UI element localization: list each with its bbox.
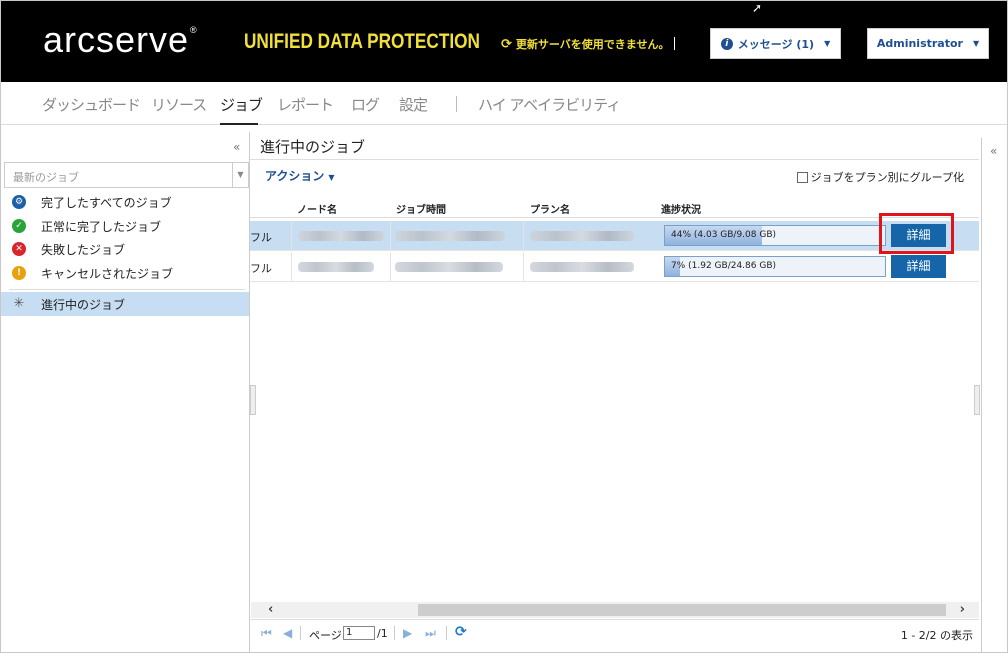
- refresh-warning-icon: ⟳: [501, 37, 512, 52]
- progress-text: 44% (4.03 GB/9.08 GB): [671, 230, 777, 240]
- scroll-left-icon[interactable]: ‹: [268, 602, 273, 617]
- job-time-cell: [390, 252, 523, 282]
- tab-logs[interactable]: ログ: [351, 94, 380, 115]
- table-row[interactable]: フル 44% (4.03 GB/9.08 GB) 詳細: [250, 221, 979, 251]
- plan-name-cell: [523, 252, 658, 282]
- app-window: arcserve® UNIFIED DATA PROTECTION ⟳ 更新サーバ…: [0, 0, 1008, 653]
- prev-page-icon[interactable]: ◀: [283, 626, 292, 640]
- list-item-successful[interactable]: ✓ 正常に完了したジョブ: [1, 214, 249, 238]
- scrollbar-thumb[interactable]: [418, 604, 946, 616]
- job-filter-panel: « 最新のジョブ ▼ ⚙ 完了したすべてのジョブ ✓ 正常に完了したジョブ ✕ …: [1, 132, 250, 652]
- progress-bar: 7% (1.92 GB/24.86 GB): [664, 256, 886, 277]
- chevron-down-icon[interactable]: ▼: [232, 163, 248, 187]
- header-bar: arcserve® UNIFIED DATA PROTECTION ⟳ 更新サーバ…: [1, 1, 1007, 82]
- page-label: ページ: [309, 629, 342, 642]
- left-splitter-handle[interactable]: [250, 385, 256, 415]
- pager: ⏮ ◀ ページ 1 /1 ▶ ⏭ ⟳ 1 - 2/2 の表示: [251, 619, 979, 647]
- page-display-info: 1 - 2/2 の表示: [900, 629, 973, 642]
- update-status[interactable]: ⟳ 更新サーバを使用できません。: [501, 36, 669, 52]
- list-item-failed[interactable]: ✕ 失敗したジョブ: [1, 237, 249, 261]
- node-name-cell: [291, 221, 390, 251]
- x-icon: ✕: [12, 242, 26, 256]
- mouse-cursor-icon: ➚: [752, 1, 763, 15]
- product-name: UNIFIED DATA PROTECTION: [244, 30, 480, 53]
- next-page-icon[interactable]: ▶: [403, 626, 412, 640]
- divider: [300, 626, 301, 640]
- column-node-name[interactable]: ノード名: [297, 201, 337, 216]
- highlight-box: [879, 213, 954, 254]
- action-menu[interactable]: アクション ▼: [265, 167, 335, 184]
- plan-name-cell: [523, 221, 658, 251]
- column-plan-name[interactable]: プラン名: [530, 201, 570, 216]
- node-name-cell: [291, 252, 390, 282]
- header-divider: [674, 37, 675, 50]
- tab-jobs[interactable]: ジョブ: [220, 94, 263, 115]
- last-page-icon[interactable]: ⏭: [425, 626, 436, 641]
- checkbox-icon[interactable]: [796, 171, 808, 183]
- column-progress[interactable]: 進捗状況: [661, 201, 701, 216]
- details-button[interactable]: 詳細: [891, 255, 946, 278]
- group-by-plan-checkbox[interactable]: ジョブをプラン別にグループ化: [796, 169, 964, 185]
- divider: [394, 626, 395, 640]
- check-icon: ✓: [12, 219, 26, 233]
- nav-divider: [456, 96, 457, 112]
- tab-reports[interactable]: レポート: [277, 94, 334, 115]
- exclamation-icon: !: [12, 266, 26, 280]
- job-filter-select[interactable]: 最新のジョブ ▼: [4, 162, 249, 188]
- list-item-cancelled[interactable]: ! キャンセルされたジョブ: [1, 261, 249, 285]
- list-item-all-completed[interactable]: ⚙ 完了したすべてのジョブ: [1, 190, 249, 214]
- job-type-cell: フル: [250, 262, 272, 275]
- messages-button[interactable]: i メッセージ (1) ▼: [710, 28, 841, 59]
- tab-high-availability[interactable]: ハイ アベイラビリティ: [478, 94, 621, 115]
- job-type-cell: フル: [250, 231, 272, 244]
- chevron-down-icon: ▼: [972, 39, 980, 48]
- horizontal-scrollbar[interactable]: ‹ ›: [251, 602, 979, 618]
- tab-settings[interactable]: 設定: [399, 94, 428, 115]
- page-total: /1: [377, 627, 388, 640]
- user-menu-button[interactable]: Administrator ▼: [867, 28, 989, 59]
- grid-toolbar: アクション ▼ ジョブをプラン別にグループ化: [250, 160, 979, 190]
- collapse-left-icon[interactable]: «: [233, 140, 240, 154]
- scroll-right-icon[interactable]: ›: [960, 602, 965, 617]
- gear-icon: ⚙: [12, 195, 26, 209]
- info-icon: i: [720, 37, 733, 50]
- page-number-input[interactable]: 1: [343, 626, 375, 640]
- main-navigation: ダッシュボード リソース ジョブ レポート ログ 設定 ハイ アベイラビリティ: [1, 82, 1007, 125]
- expand-right-icon[interactable]: «: [990, 144, 997, 158]
- right-splitter-handle[interactable]: [974, 385, 980, 415]
- first-page-icon[interactable]: ⏮: [261, 626, 272, 641]
- arcserve-logo: arcserve®: [43, 19, 198, 60]
- progress-bar: 44% (4.03 GB/9.08 GB): [664, 225, 886, 246]
- tab-dashboard[interactable]: ダッシュボード: [42, 94, 141, 115]
- divider: [9, 289, 245, 290]
- refresh-icon[interactable]: ⟳: [455, 624, 467, 640]
- list-item-in-progress[interactable]: ✳ 進行中のジョブ: [1, 292, 249, 316]
- page-title: 進行中のジョブ: [260, 138, 366, 156]
- chevron-down-icon: ▼: [328, 173, 335, 182]
- chevron-down-icon: ▼: [824, 39, 831, 48]
- table-row[interactable]: フル 7% (1.92 GB/24.86 GB) 詳細: [250, 252, 979, 282]
- job-time-cell: [390, 221, 523, 251]
- column-job-time[interactable]: ジョブ時間: [396, 201, 446, 216]
- jobs-grid: アクション ▼ ジョブをプラン別にグループ化 ノード名 ジョブ時間 プラン名 進捗…: [250, 159, 979, 652]
- progress-text: 7% (1.92 GB/24.86 GB): [671, 261, 777, 271]
- table-header: ノード名 ジョブ時間 プラン名 進捗状況: [250, 196, 979, 218]
- tab-resources[interactable]: リソース: [151, 94, 207, 115]
- divider: [446, 626, 447, 640]
- spinner-icon: ✳: [13, 296, 25, 311]
- active-tab-indicator: [220, 123, 258, 125]
- right-panel-collapsed: «: [981, 138, 1007, 652]
